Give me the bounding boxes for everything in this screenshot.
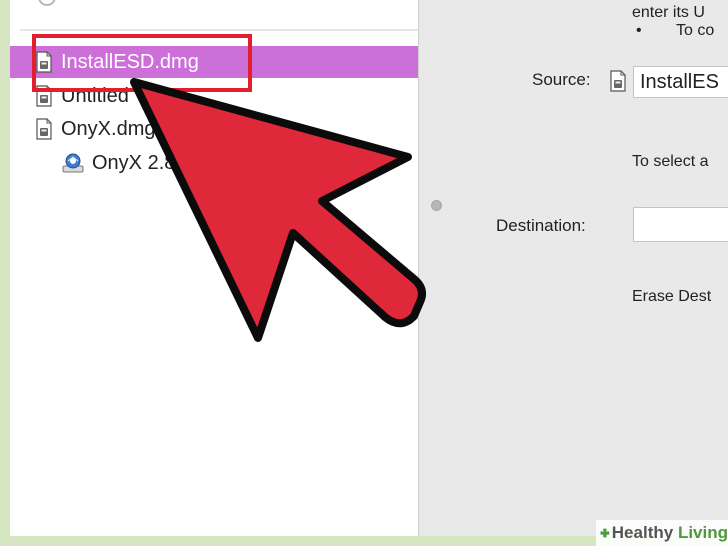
highlight-annotation-box bbox=[32, 34, 252, 92]
partial-disk-icon bbox=[38, 0, 56, 6]
watermark-text: Healthy Living bbox=[612, 523, 728, 543]
splitter-handle[interactable] bbox=[431, 200, 442, 211]
sidebar-item-label: OnyX.dmg bbox=[61, 117, 156, 140]
mounted-volume-icon bbox=[62, 153, 84, 173]
bullet-glyph: • bbox=[636, 22, 642, 39]
sidebar-item-onyx-dmg[interactable]: OnyX.dmg bbox=[10, 113, 418, 145]
screenshot-canvas: InstallESD.dmg Untitled OnyX.dmg OnyX 2.… bbox=[0, 0, 728, 546]
split-view-divider[interactable] bbox=[418, 0, 456, 536]
instruction-text: enter its U bbox=[632, 4, 705, 21]
watermark-accent: Living bbox=[677, 523, 728, 542]
source-label: Source: bbox=[532, 70, 591, 89]
instruction-bullet-text: To co bbox=[676, 22, 715, 39]
disk-image-file-icon bbox=[36, 118, 52, 140]
sidebar-divider bbox=[20, 29, 418, 31]
watermark-prefix: Healthy bbox=[611, 523, 674, 542]
sidebar-item-onyx-volume[interactable]: OnyX 2.8 bbox=[10, 147, 418, 179]
source-field[interactable]: InstallES bbox=[633, 66, 728, 98]
erase-destination-checkbox-label: Erase Dest bbox=[632, 288, 712, 305]
select-instruction-text: To select a bbox=[632, 153, 709, 170]
disk-image-file-icon bbox=[610, 70, 626, 92]
sidebar-item-label: OnyX 2.8 bbox=[92, 151, 176, 174]
healthy-living-cross-logo bbox=[600, 528, 610, 538]
restore-panel: enter its U • To co Source: InstallES To… bbox=[456, 0, 728, 536]
destination-field[interactable] bbox=[633, 207, 728, 242]
destination-label: Destination: bbox=[496, 216, 586, 235]
disk-sidebar: InstallESD.dmg Untitled OnyX.dmg OnyX 2.… bbox=[10, 0, 418, 536]
watermark: Healthy Living bbox=[596, 520, 728, 546]
